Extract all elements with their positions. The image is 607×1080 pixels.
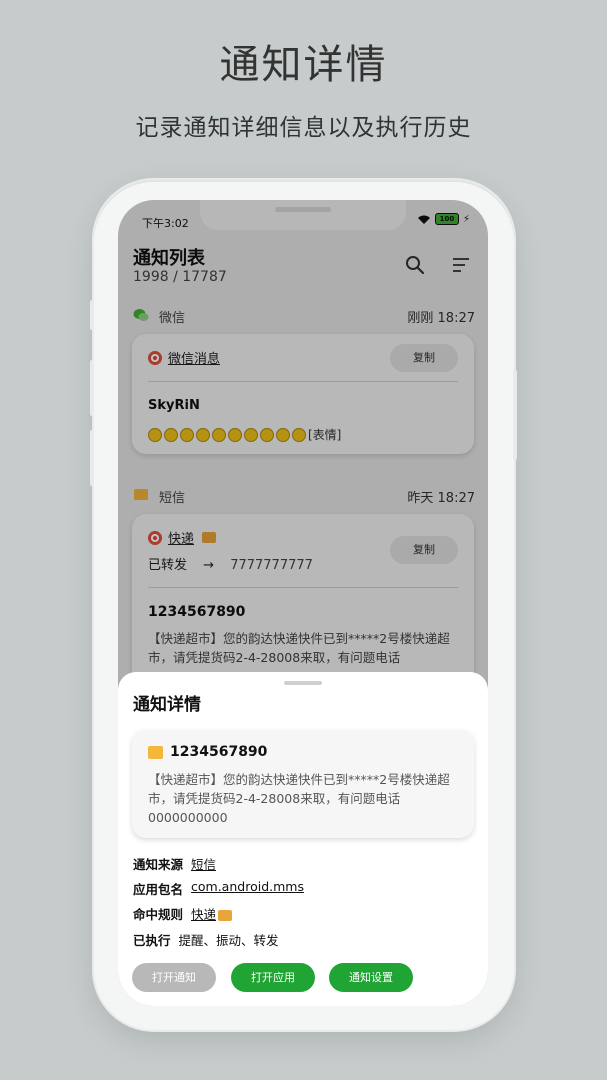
smile-emoji-icon [276, 427, 290, 442]
rule-value: 快递 [191, 904, 233, 923]
sender-name: SkyRiN [148, 398, 200, 413]
detail-sheet: 通知详情 1234567890 【快递超市】您的韵达快递快件已到*****2号楼… [118, 672, 488, 1006]
sms-icon [134, 489, 148, 500]
info-label: 已执行 [133, 933, 171, 948]
sms-icon [148, 746, 163, 759]
phone-side-button [90, 300, 94, 330]
filter-icon[interactable] [450, 254, 472, 276]
smile-emoji-icon [164, 427, 178, 442]
sender-name: 1234567890 [148, 604, 246, 620]
open-notification-button[interactable]: 打开通知 [132, 963, 216, 992]
notification-count: 1998 / 17787 [133, 269, 227, 285]
rule-link[interactable]: 快递 [168, 528, 194, 547]
rule-row: 微信消息 [148, 348, 220, 367]
forward-label: 已转发 [148, 558, 188, 573]
target-icon [148, 350, 162, 365]
battery-icon: 100 [434, 213, 459, 225]
message-suffix: [表情] [308, 428, 342, 442]
info-label: 通知来源 [133, 857, 184, 872]
group-app-name: 短信 [159, 491, 186, 506]
wechat-icon [133, 309, 149, 321]
smile-emoji-icon [244, 427, 258, 442]
target-icon [148, 530, 162, 545]
group-time: 刚刚 18:27 [407, 311, 475, 326]
info-source: 通知来源 短信 [133, 854, 216, 873]
page-title: 通知列表 [133, 248, 205, 269]
package-icon [218, 910, 233, 921]
sender-name: 1234567890 [170, 744, 268, 760]
smile-emoji-icon [292, 427, 306, 442]
detail-message-card: 1234567890 【快递超市】您的韵达快递快件已到*****2号楼快递超市，… [132, 730, 474, 838]
group-time: 昨天 18:27 [407, 491, 475, 506]
hero-subtitle: 记录通知详细信息以及执行历史 [135, 115, 472, 141]
speaker-grille [275, 207, 331, 212]
arrow-right-icon: → [203, 558, 215, 573]
divider [148, 381, 458, 382]
info-executed: 已执行 提醒、振动、转发 [133, 930, 279, 949]
smile-emoji-icon [180, 427, 194, 442]
phone-screen: 下午3:02 100 ⚡ 通知列表 1998 / 17787 微信 刚刚 18:… [118, 200, 488, 1006]
group-header-wechat: 微信 刚刚 18:27 [133, 306, 475, 326]
phone-power-button [513, 370, 517, 460]
smile-emoji-icon [260, 427, 274, 442]
drag-handle[interactable] [284, 681, 322, 685]
package-link[interactable]: com.android.mms [191, 879, 304, 898]
wifi-icon [417, 215, 430, 224]
rule-link[interactable]: 微信消息 [168, 348, 220, 367]
info-package: 应用包名 com.android.mms [133, 879, 304, 898]
package-icon [202, 532, 217, 543]
notch [200, 200, 406, 230]
divider [148, 587, 458, 588]
executed-actions: 提醒、振动、转发 [178, 933, 279, 948]
phone-side-button [90, 430, 94, 486]
status-time: 下午3:02 [142, 217, 189, 230]
phone-side-button [90, 360, 94, 416]
forward-row: 已转发 → 7777777777 [148, 554, 313, 573]
group-header-sms: 短信 昨天 18:27 [133, 486, 475, 506]
rule-row: 快递 [148, 528, 217, 547]
notification-settings-button[interactable]: 通知设置 [329, 963, 413, 992]
rule-link[interactable]: 快递 [191, 907, 216, 922]
smile-emoji-icon [228, 427, 242, 442]
source-link[interactable]: 短信 [191, 854, 216, 873]
forward-target: 7777777777 [230, 558, 313, 573]
copy-button[interactable]: 复制 [390, 344, 458, 372]
info-rule: 命中规则 快递 [133, 904, 233, 923]
status-icons: 100 ⚡ [417, 213, 470, 225]
open-app-button[interactable]: 打开应用 [231, 963, 315, 992]
info-label: 应用包名 [133, 882, 184, 897]
copy-button[interactable]: 复制 [390, 536, 458, 564]
info-label: 命中规则 [133, 907, 184, 922]
message-body: [表情] [148, 426, 341, 443]
smile-emoji-icon [212, 427, 226, 442]
search-icon[interactable] [404, 254, 426, 276]
hero-title: 通知详情 [219, 42, 388, 88]
notification-card[interactable]: 微信消息 复制 SkyRiN [表情] [132, 334, 474, 454]
smile-emoji-icon [196, 427, 210, 442]
group-app-name: 微信 [159, 311, 186, 326]
smile-emoji-icon [148, 427, 162, 442]
charging-icon: ⚡ [462, 213, 470, 225]
message-body: 【快递超市】您的韵达快递快件已到*****2号楼快递超市，请凭提货码2-4-28… [148, 772, 450, 825]
sheet-title: 通知详情 [133, 695, 201, 715]
